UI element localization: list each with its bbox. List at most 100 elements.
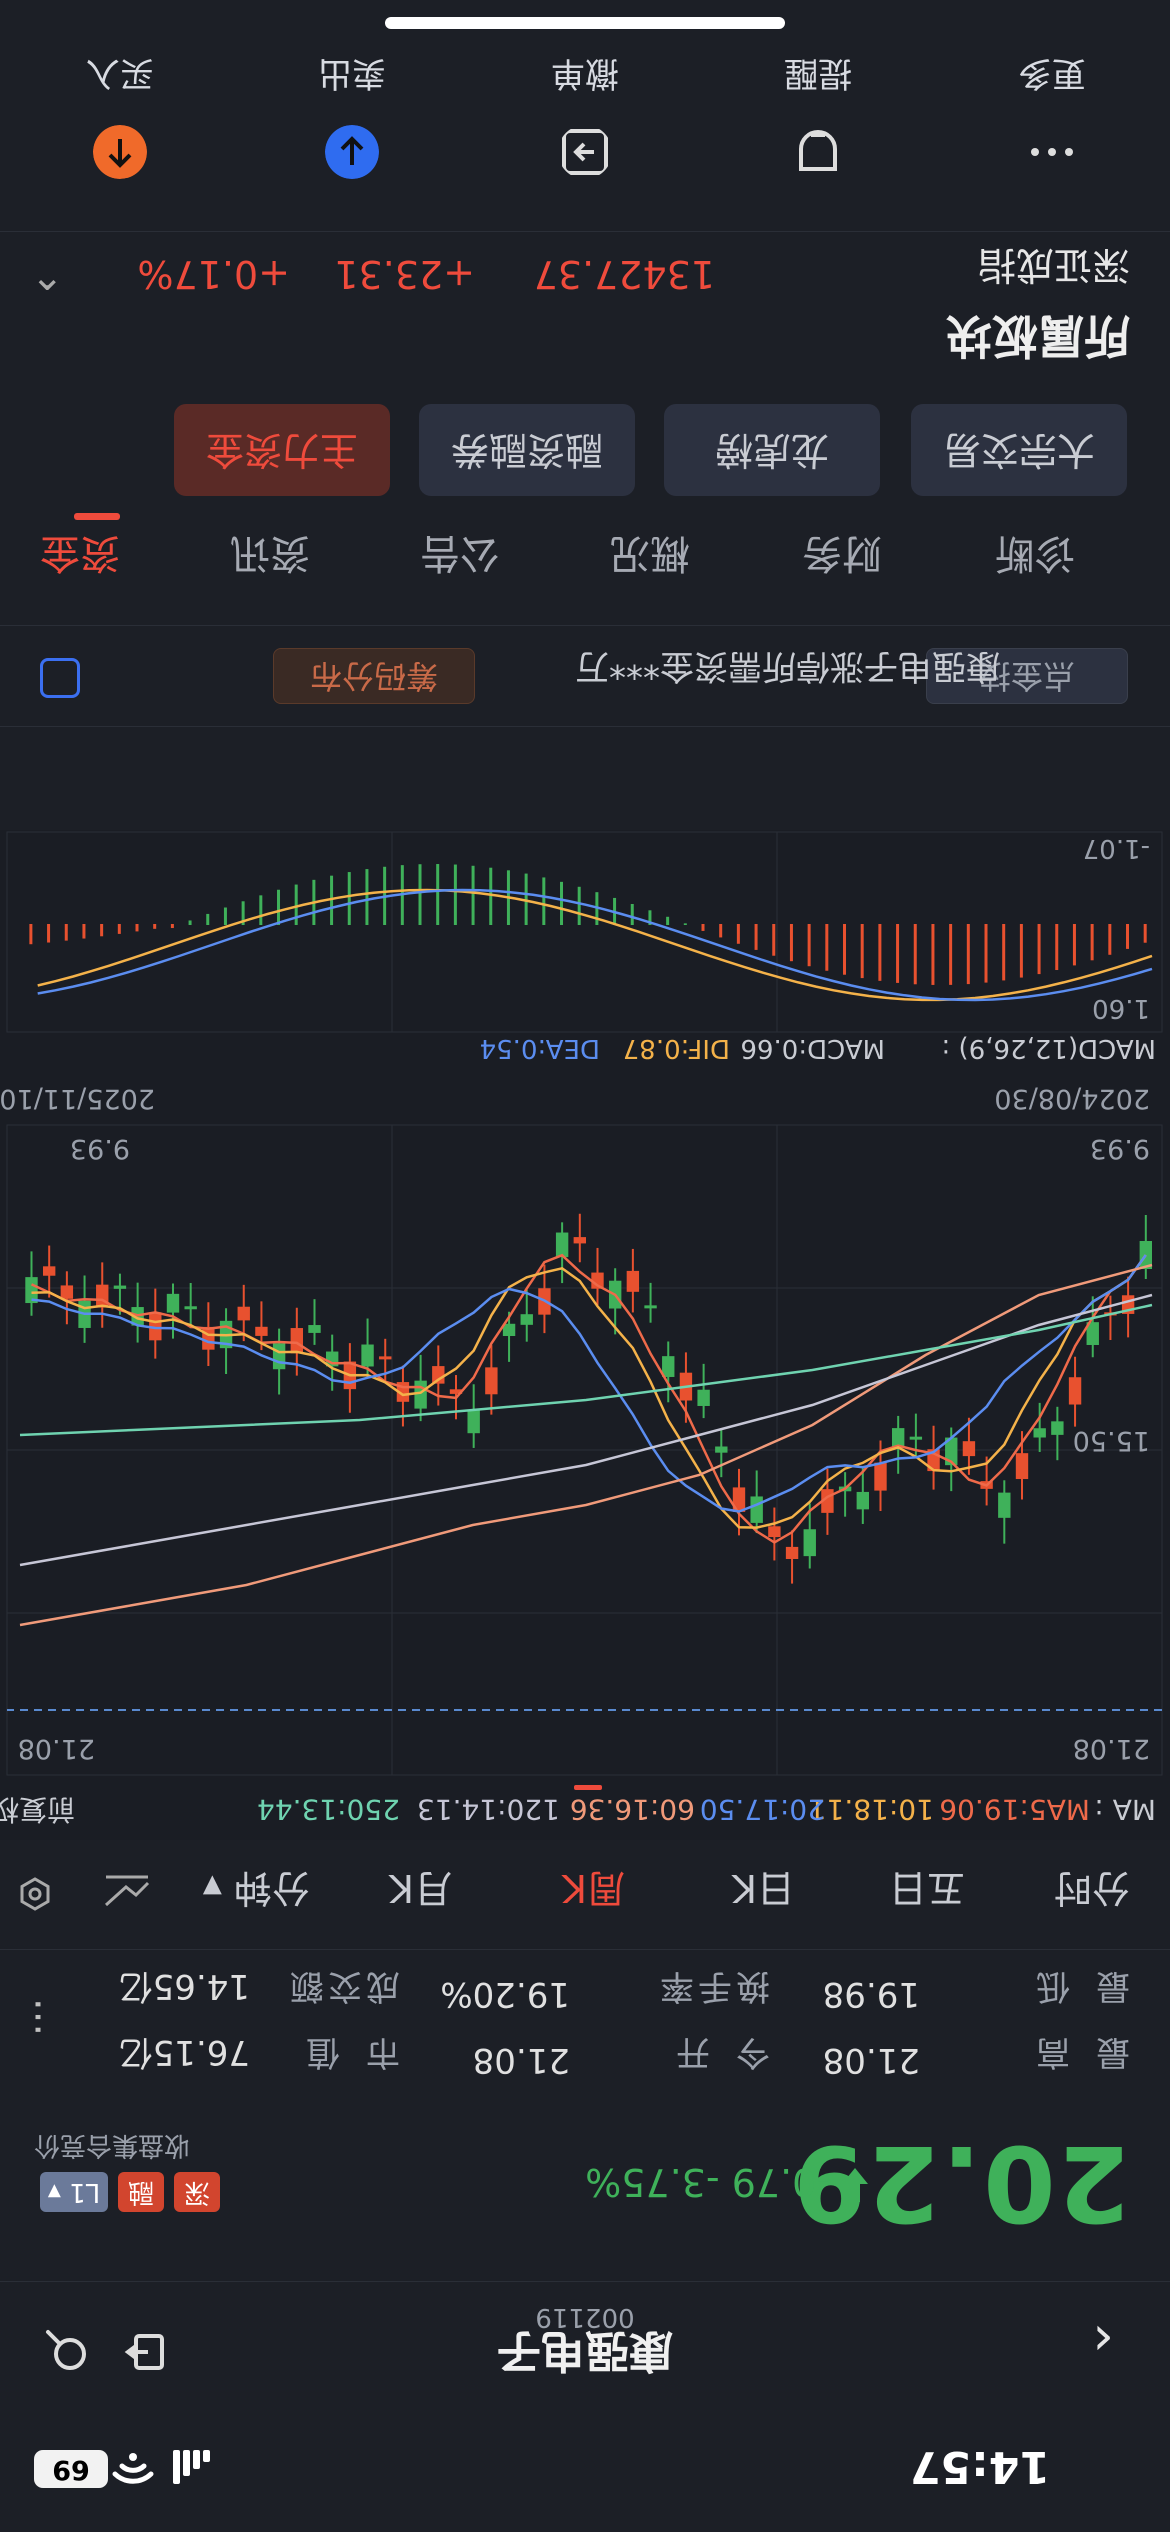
macd-bar (170, 924, 174, 929)
macd-bar (825, 924, 829, 971)
stock-name: 康强电子 (497, 2325, 673, 2376)
tab-news[interactable]: 资讯 (230, 528, 310, 586)
candle-body (626, 1270, 640, 1292)
macd-bar (1126, 924, 1130, 949)
candle-body (272, 1343, 286, 1370)
macd-bar (453, 864, 457, 925)
sector-change: +23.31 (334, 252, 475, 296)
macd-bar (418, 864, 422, 925)
tab-announcements[interactable]: 公告 (420, 528, 500, 586)
macd-bar (542, 877, 546, 925)
macd-bar (683, 923, 687, 925)
candle-body (467, 1409, 480, 1434)
macd-bar (188, 920, 192, 925)
candle-body (715, 1446, 728, 1453)
fund-sub-tabs: 大宗交易 龙虎榜 融资融券 主力资金 (0, 382, 1170, 512)
margin-tag: 融 (118, 2172, 164, 2212)
candle-body (555, 1232, 569, 1258)
cancel-order-button[interactable]: 撤单 (525, 52, 645, 179)
wifi-icon (112, 2453, 154, 2484)
macd-legend: MACD(12,26,9) : MACD:0.66 DIF:0.87 DEA:0… (480, 1033, 1156, 1063)
alert-button[interactable]: 提醒 (758, 52, 878, 179)
macd-bar (277, 889, 281, 925)
dragon-tiger-button[interactable]: 龙虎榜 (664, 404, 880, 496)
cellular-signal-icon (173, 2450, 210, 2484)
tab-monthly-k[interactable]: 月K (389, 1864, 452, 1919)
ma-legend: MA : MA5:19.06 10:18.11 20:17.50 60:16.3… (0, 1793, 1156, 1826)
candle-body (644, 1305, 657, 1309)
more-label: 更多 (1018, 53, 1086, 93)
tab-funds[interactable]: 资金 (40, 528, 120, 586)
macd-bar (860, 924, 864, 979)
main-funds-button[interactable]: 主力资金 (174, 404, 390, 496)
tab-diagnosis[interactable]: 诊断 (995, 528, 1075, 586)
sector-title: 所属板块 (946, 309, 1130, 363)
date-start-label: 2024/08/30 (994, 1083, 1150, 1114)
dif-value: DIF:0.87 (623, 1033, 730, 1063)
sell-button[interactable]: 卖出 (292, 52, 412, 179)
macd-bar (1072, 924, 1076, 966)
funds-bar: 点金技 筹码分布 康强电子涨停所需资金***万 (0, 625, 1170, 727)
trade-action-bar: 买入 卖出 撤单 提醒 更多 (0, 0, 1170, 232)
tab-daily-k[interactable]: 日K (732, 1864, 795, 1919)
candle-body (1051, 1421, 1064, 1435)
ma120-value: 120:14.13 (417, 1793, 560, 1826)
ma10-value: 10:18.11 (809, 1793, 934, 1826)
stat-high-label: 最高 (1010, 2032, 1130, 2072)
tab-minute[interactable]: 分钟 ▾ (203, 1864, 310, 1919)
margin-trading-button[interactable]: 融资融券 (419, 404, 635, 496)
macd-bar (135, 924, 139, 932)
macd-grid (6, 831, 1163, 1033)
chevron-up-icon[interactable]: ⌄ (30, 254, 64, 300)
buy-button[interactable]: 买入 (60, 52, 180, 179)
more-button[interactable]: 更多 (992, 52, 1112, 179)
tab-finance[interactable]: 财务 (802, 528, 882, 586)
macd-title: MACD(12,26,9) : (942, 1033, 1157, 1063)
block-trade-button[interactable]: 大宗交易 (911, 404, 1127, 496)
macd-bar (878, 924, 882, 981)
tab-profile[interactable]: 概况 (610, 528, 690, 586)
candle-body (361, 1344, 374, 1367)
tab-5day[interactable]: 五日 (889, 1864, 965, 1919)
buy-label: 买入 (86, 53, 154, 93)
ma20-value: 20:17.50 (700, 1793, 825, 1826)
candle-body (113, 1285, 127, 1289)
candle-body (42, 1266, 56, 1276)
price-change: -0.79 -3.75% (585, 2160, 830, 2204)
macd-bar (471, 865, 475, 925)
stat-turnover-label: 换手率 (656, 1966, 770, 2006)
adjust-mode: 前复权 (0, 1793, 75, 1826)
kline-chart[interactable]: MA : MA5:19.06 10:18.11 20:17.50 60:16.3… (0, 830, 1170, 1840)
tab-weekly-k[interactable]: 周K (562, 1864, 625, 1919)
stat-low-value: 19.98 (822, 1974, 920, 2014)
kline-low-label: 9.93 (1090, 1133, 1150, 1164)
macd-bar (896, 924, 900, 983)
ma-legend-label: MA : (1094, 1793, 1156, 1826)
candle-body (60, 1285, 74, 1299)
macd-bar (630, 903, 634, 925)
macd-bar (577, 886, 581, 925)
candle-body (308, 1325, 321, 1333)
macd-bar (701, 924, 705, 931)
macd-bar (153, 924, 157, 929)
candle-body (750, 1496, 763, 1523)
sector-name[interactable]: 深证成指 (978, 241, 1130, 296)
search-icon[interactable] (42, 2326, 90, 2374)
indicator-icon[interactable] (104, 1875, 150, 1909)
switch-stock-icon[interactable] (122, 2328, 170, 2376)
stat-amount-value: 14.65亿 (118, 1966, 250, 2006)
more-stats-icon[interactable]: ··· (16, 1998, 62, 2036)
cancel-order-label: 撤单 (551, 53, 619, 93)
stat-mktcap-label: 市值 (280, 2032, 400, 2072)
macd-bar (789, 924, 793, 962)
macd-bar (206, 913, 210, 925)
candle-body (803, 1529, 816, 1557)
macd-bar (807, 924, 811, 967)
kline-chart-area[interactable]: MA : MA5:19.06 10:18.11 20:17.50 60:16.3… (0, 830, 1170, 1840)
sector-value: 13427.37 (533, 252, 715, 296)
tab-intraday[interactable]: 分时 (1054, 1864, 1130, 1919)
candle-body (166, 1293, 180, 1313)
stat-low-label: 最低 (1010, 1966, 1130, 2006)
settings-icon[interactable] (18, 1877, 52, 1911)
macd-bar (347, 872, 351, 925)
